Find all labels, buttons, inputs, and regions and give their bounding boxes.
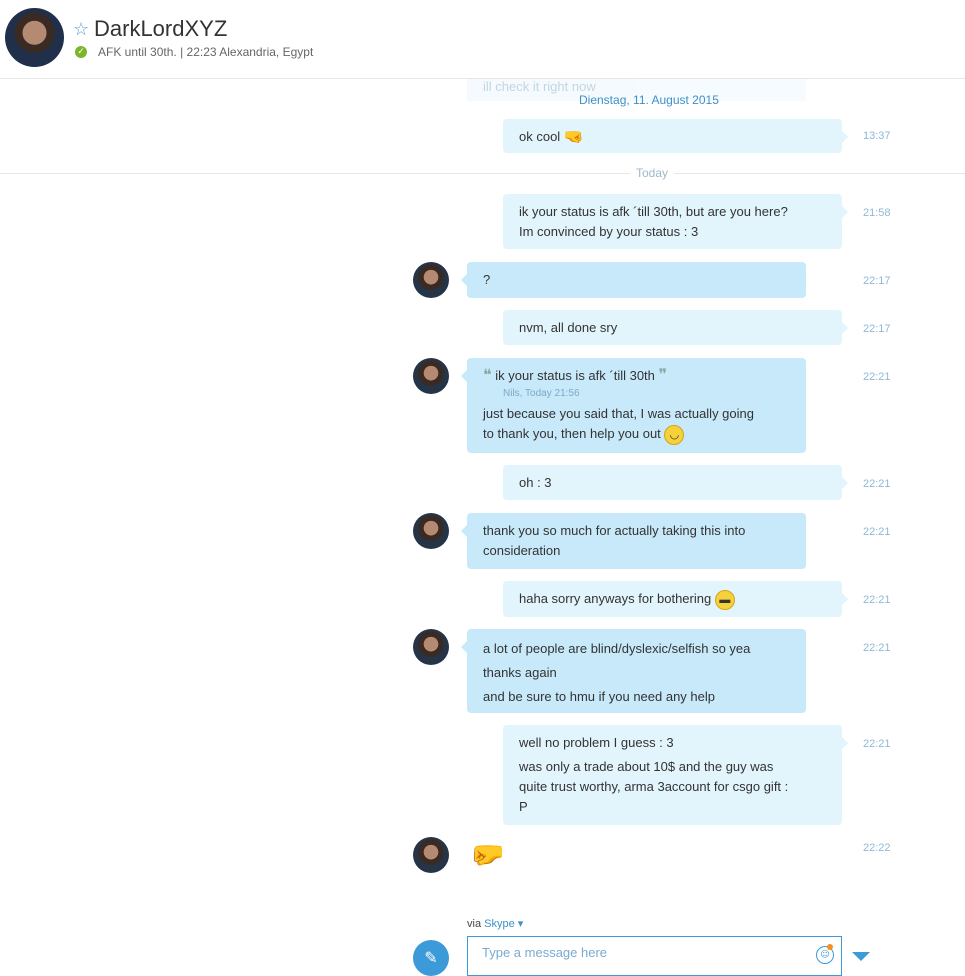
message-text: well no problem I guess : 3 bbox=[519, 735, 674, 750]
message-text: ok cool bbox=[519, 129, 561, 144]
message-text: P bbox=[519, 799, 528, 814]
message-time: 21:58 bbox=[863, 207, 891, 219]
contact-name[interactable]: DarkLordXYZ bbox=[94, 16, 227, 42]
sender-avatar[interactable] bbox=[413, 358, 449, 394]
message-text: nvm, all done sry bbox=[519, 320, 618, 335]
message-text: was only a trade about 10$ and the guy w… bbox=[519, 759, 774, 774]
date-divider: Dienstag, 11. August 2015 bbox=[579, 93, 719, 107]
message-text: consideration bbox=[483, 543, 561, 558]
quote-text: ik your status is afk ´till 30th bbox=[495, 368, 655, 383]
notification-dot bbox=[827, 944, 833, 950]
message-text: ik your status is afk ´till 30th, but ar… bbox=[519, 204, 788, 219]
message-time: 22:21 bbox=[863, 526, 891, 538]
message-bubble[interactable]: haha sorry anyways for bothering ▬ bbox=[503, 581, 848, 617]
grin-emoji: ▬ bbox=[714, 589, 735, 610]
message-time: 22:17 bbox=[863, 275, 891, 287]
message-time: 22:17 bbox=[863, 323, 891, 335]
status-online-icon: ✓ bbox=[75, 46, 87, 58]
status-text: AFK until 30th. bbox=[98, 45, 177, 59]
contact-avatar[interactable] bbox=[5, 8, 64, 67]
conversation-header: ☆ DarkLordXYZ ✓ AFK until 30th. | 22:23 … bbox=[0, 0, 965, 79]
message-text: to thank you, then help you out bbox=[483, 426, 661, 441]
chevron-down-icon[interactable]: ▾ bbox=[518, 918, 524, 930]
sender-avatar[interactable] bbox=[413, 262, 449, 298]
quote-open-icon: ❝ bbox=[483, 367, 492, 384]
message-input[interactable]: Type a message here bbox=[467, 936, 842, 976]
attach-icon[interactable]: ✎ bbox=[413, 940, 449, 976]
fist-bump-emoji: 🤛 bbox=[470, 838, 505, 871]
fist-bump-emoji: 🤜 bbox=[563, 128, 584, 146]
message-text: oh : 3 bbox=[519, 475, 552, 490]
message-bubble[interactable]: a lot of people are blind/dyslexic/selfi… bbox=[461, 629, 806, 713]
message-bubble[interactable]: well no problem I guess : 3 was only a t… bbox=[503, 725, 848, 825]
sender-avatar[interactable] bbox=[413, 837, 449, 873]
message-text: haha sorry anyways for bothering bbox=[519, 591, 712, 606]
status-separator: | bbox=[180, 45, 184, 59]
via-label: via bbox=[467, 918, 482, 930]
message-time: 22:21 bbox=[863, 371, 891, 383]
message-bubble[interactable]: ik your status is afk ´till 30th, but ar… bbox=[503, 194, 848, 249]
message-text: quite trust worthy, arma 3account for cs… bbox=[519, 779, 789, 794]
message-bubble[interactable]: thank you so much for actually taking th… bbox=[461, 513, 806, 569]
message-text: thanks again bbox=[483, 665, 557, 680]
today-divider: Today bbox=[630, 166, 675, 180]
today-divider-line bbox=[0, 173, 965, 174]
message-bubble[interactable]: oh : 3 bbox=[503, 465, 848, 500]
message-time: 22:22 bbox=[863, 842, 891, 854]
message-time: 22:21 bbox=[863, 738, 891, 750]
service-selector[interactable]: Skype bbox=[484, 918, 515, 930]
sender-avatar[interactable] bbox=[413, 629, 449, 665]
message-bubble[interactable]: ❝ ik your status is afk ´till 30th ❞ Nil… bbox=[461, 358, 806, 453]
message-time: 22:21 bbox=[863, 594, 891, 606]
quoted-message[interactable]: ❝ ik your status is afk ´till 30th ❞ bbox=[483, 366, 790, 386]
message-time: 22:21 bbox=[863, 642, 891, 654]
message-text: Im convinced by your status : 3 bbox=[519, 224, 699, 239]
local-time: 22:23 Alexandria, Egypt bbox=[186, 45, 314, 59]
message-bubble[interactable]: nvm, all done sry bbox=[503, 310, 848, 345]
message-time: 13:37 bbox=[863, 130, 891, 142]
sender-avatar[interactable] bbox=[413, 513, 449, 549]
message-bubble[interactable]: ? bbox=[461, 262, 806, 298]
smile-emoji: ◡ bbox=[664, 424, 685, 445]
message-text: a lot of people are blind/dyslexic/selfi… bbox=[483, 641, 751, 656]
message-time: 22:21 bbox=[863, 478, 891, 490]
message-text: and be sure to hmu if you need any help bbox=[483, 689, 715, 704]
message-input-placeholder: Type a message here bbox=[482, 945, 608, 960]
message-bubble[interactable]: ok cool 🤜 bbox=[503, 119, 848, 153]
quote-close-icon: ❞ bbox=[658, 367, 668, 384]
message-text: ? bbox=[483, 272, 491, 287]
quote-meta: Nils, Today 21:56 bbox=[503, 388, 580, 399]
via-service: via Skype ▾ bbox=[467, 917, 523, 930]
message-text: thank you so much for actually taking th… bbox=[483, 523, 746, 538]
message-text: just because you said that, I was actual… bbox=[483, 406, 754, 421]
star-icon[interactable]: ☆ bbox=[73, 19, 89, 40]
contact-status: AFK until 30th. | 22:23 Alexandria, Egyp… bbox=[98, 45, 313, 59]
